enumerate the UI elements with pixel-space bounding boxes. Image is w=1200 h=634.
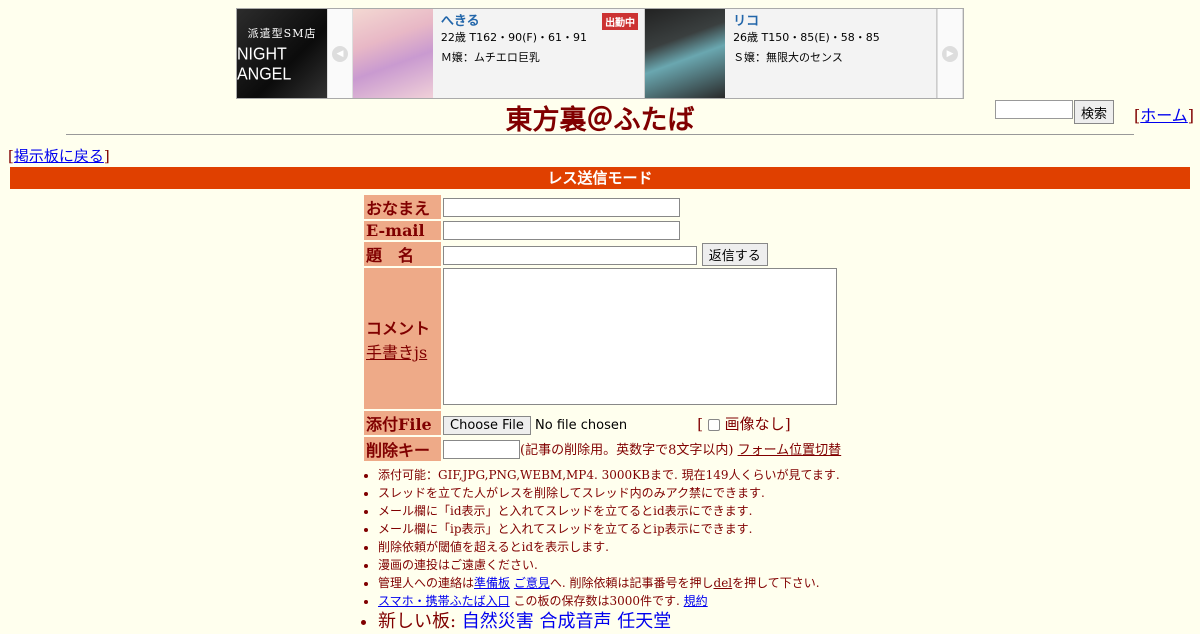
ad-card[interactable]: へきる 22歳 T162・90(F)・61・91 Ｍ嬢：ムチエロ巨乳 出勤中 bbox=[352, 9, 646, 98]
feedback-link[interactable]: ご意見 bbox=[514, 576, 550, 590]
delkey-label: 削除キー bbox=[364, 437, 441, 461]
handwrite-link[interactable]: 手書きjs bbox=[366, 343, 427, 362]
home-link-wrap: [ホーム] bbox=[1134, 106, 1195, 125]
form-position-link[interactable]: フォーム位置切替 bbox=[738, 443, 842, 458]
list-item: 新しい板: 自然災害 合成音声 任天堂 bbox=[378, 610, 840, 634]
list-item: メール欄に「ip表示」と入れてスレッドを立てるとip表示にできます. bbox=[378, 520, 840, 538]
home-link[interactable]: ホーム bbox=[1140, 106, 1188, 125]
ad-next-button[interactable]: ▶ bbox=[937, 9, 963, 98]
comment-label: コメント bbox=[366, 318, 431, 338]
divider bbox=[66, 134, 1134, 135]
subject-input[interactable] bbox=[443, 245, 697, 265]
ad-card-name: へきる bbox=[440, 14, 480, 29]
ad-logo-main: NIGHT ANGEL bbox=[237, 44, 292, 84]
note-text: この板の保存数は3000件です. bbox=[509, 594, 684, 608]
name-input[interactable] bbox=[443, 197, 680, 217]
chevron-left-icon: ◀ bbox=[332, 45, 348, 62]
del-link[interactable]: del bbox=[714, 576, 733, 590]
ad-logo[interactable]: 派遣型SM店 NIGHT ANGEL bbox=[237, 9, 328, 98]
list-item: 漫画の連投はご遠慮ください. bbox=[378, 556, 840, 574]
submit-button[interactable]: 返信する bbox=[701, 242, 768, 266]
note-text: 新しい板: bbox=[378, 611, 462, 632]
delkey-note: (記事の削除用。英数字で8文字以内) bbox=[520, 443, 734, 458]
delkey-input[interactable] bbox=[443, 440, 520, 459]
comment-label-cell: コメント 手書きjs bbox=[364, 268, 441, 409]
note-text: 管理人への連絡は bbox=[378, 576, 475, 590]
chevron-right-icon: ▶ bbox=[942, 45, 959, 62]
ad-card-photo bbox=[645, 9, 726, 98]
note-text: を押して下さい. bbox=[732, 576, 820, 590]
mode-banner: レス送信モード bbox=[10, 167, 1190, 189]
email-label: E-mail bbox=[364, 221, 441, 240]
back-to-board-link[interactable]: 掲示板に戻る bbox=[14, 147, 104, 165]
file-status: No file chosen bbox=[535, 417, 628, 433]
post-form: おなまえ E-mail 題 名 返信する コメント 手書きjs 添付File C… bbox=[362, 193, 843, 463]
list-item: スレッドを立てた人がレスを削除してスレッド内のみアク禁にできます. bbox=[378, 484, 840, 502]
mobile-entry-link[interactable]: スマホ・携帯ふたば入口 bbox=[378, 594, 510, 608]
ad-card-desc: Ｍ嬢：ムチエロ巨乳 bbox=[440, 51, 540, 65]
search-input[interactable] bbox=[995, 100, 1073, 119]
choose-file-button[interactable]: Choose File bbox=[443, 415, 531, 435]
no-image-label: 画像なし bbox=[724, 414, 785, 433]
back-link-wrap: [掲示板に戻る] bbox=[8, 147, 110, 165]
subject-label: 題 名 bbox=[364, 242, 441, 266]
board-link-nintendo[interactable]: 任天堂 bbox=[617, 611, 671, 632]
ad-prev-button[interactable]: ◀ bbox=[327, 9, 353, 98]
search-box: 検索 bbox=[995, 100, 1115, 124]
junbi-board-link[interactable]: 準備板 bbox=[474, 576, 510, 590]
ad-card-desc: Ｓ嬢：無限大のセンス bbox=[733, 51, 843, 65]
list-item: 管理人への連絡は準備板 ご意見へ. 削除依頼は記事番号を押しdelを押して下さい… bbox=[378, 574, 840, 592]
ad-card-name: リコ bbox=[733, 14, 760, 29]
list-item: スマホ・携帯ふたば入口 この板の保存数は3000件です. 規約 bbox=[378, 592, 840, 610]
comment-textarea[interactable] bbox=[443, 268, 837, 405]
no-image-checkbox[interactable] bbox=[707, 418, 720, 431]
name-label: おなまえ bbox=[364, 195, 441, 219]
status-badge: 出勤中 bbox=[602, 13, 639, 30]
note-text: へ. 削除依頼は記事番号を押し bbox=[549, 576, 714, 590]
ad-logo-sub: 派遣型SM店 bbox=[247, 26, 317, 40]
email-input[interactable] bbox=[443, 221, 680, 240]
ad-banner[interactable]: 派遣型SM店 NIGHT ANGEL ◀ へきる 22歳 T162・90(F)・… bbox=[236, 8, 964, 99]
ad-card-stats: 22歳 T162・90(F)・61・91 bbox=[440, 30, 588, 44]
search-button[interactable]: 検索 bbox=[1074, 100, 1115, 124]
ad-card-stats: 26歳 T150・85(E)・58・85 bbox=[733, 30, 880, 44]
list-item: 添付可能：GIF,JPG,PNG,WEBM,MP4. 3000KBまで. 現在1… bbox=[378, 466, 840, 484]
terms-link[interactable]: 規約 bbox=[684, 594, 708, 608]
board-link-disaster[interactable]: 自然災害 bbox=[462, 611, 534, 632]
list-item: 削除依頼が閾値を超えるとidを表示します. bbox=[378, 538, 840, 556]
file-label: 添付File bbox=[364, 411, 441, 435]
list-item: メール欄に「id表示」と入れてスレッドを立てるとid表示にできます. bbox=[378, 502, 840, 520]
ad-card-photo bbox=[352, 9, 433, 98]
notes-list: 添付可能：GIF,JPG,PNG,WEBM,MP4. 3000KBまで. 現在1… bbox=[362, 466, 840, 634]
board-link-synth-voice[interactable]: 合成音声 bbox=[540, 611, 612, 632]
ad-card[interactable]: リコ 26歳 T150・85(E)・58・85 Ｓ嬢：無限大のセンス bbox=[645, 9, 938, 98]
